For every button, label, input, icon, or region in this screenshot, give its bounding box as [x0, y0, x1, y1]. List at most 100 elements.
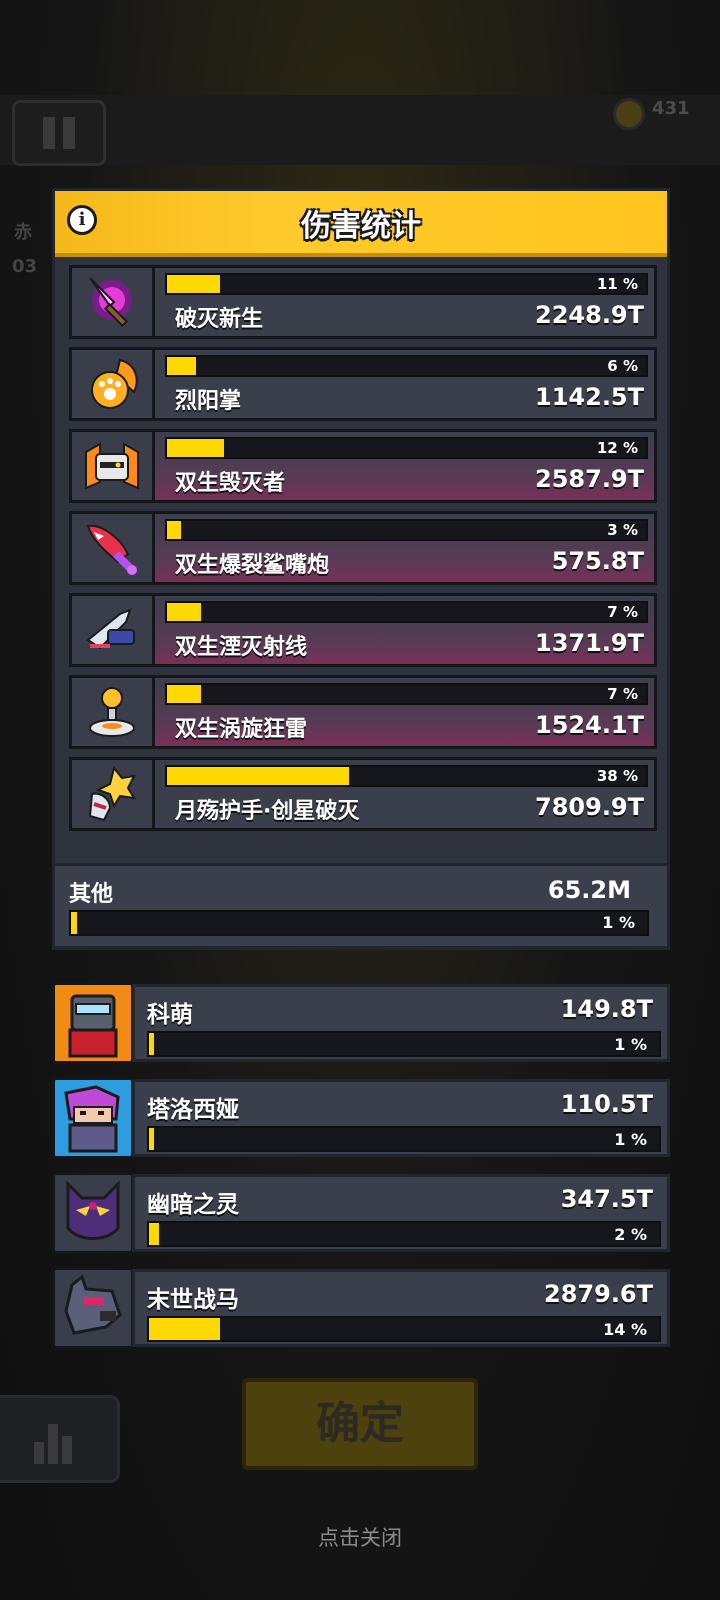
damage-bar: 7 % — [165, 601, 648, 623]
ninja-hero-icon — [52, 1077, 134, 1159]
damage-percent: 38 % — [596, 767, 638, 785]
weapon-name: 烈阳掌 — [175, 389, 242, 414]
hero-info: 科萌 149.8T 1 % — [132, 984, 670, 1062]
damage-percent: 11 % — [596, 275, 638, 293]
other-damage-row: 其他 65.2M 1 % — [52, 863, 670, 949]
hero-damage: 149.8T — [560, 995, 653, 1023]
weapon-info: 11 % 破灭新生 2248.9T — [155, 268, 654, 336]
weapon-name: 双生毁灭者 — [175, 471, 286, 496]
hero-row: 科萌 149.8T 1 % — [52, 982, 670, 1064]
knight-hero-icon — [52, 982, 134, 1064]
damage-percent: 1 % — [614, 1035, 647, 1054]
damage-bar: 6 % — [165, 355, 648, 377]
hero-damage: 110.5T — [560, 1090, 653, 1118]
weapon-row: 11 % 破灭新生 2248.9T — [69, 265, 657, 339]
weapon-damage: 7809.9T — [535, 793, 644, 821]
coin-count: 431 — [652, 98, 690, 119]
shadow-spirit-icon — [52, 1172, 134, 1254]
damage-percent: 2 % — [614, 1225, 647, 1244]
weapon-name: 双生涡旋狂雷 — [175, 717, 308, 742]
hero-row: 末世战马 2879.6T 14 % — [52, 1267, 670, 1349]
fire-paw-icon — [72, 350, 155, 418]
damage-percent: 1 % — [614, 1130, 647, 1149]
damage-bar-fill — [149, 1318, 221, 1340]
damage-bar: 1 % — [147, 1031, 661, 1057]
confirm-button[interactable]: 确定 — [242, 1378, 478, 1470]
pause-button[interactable] — [12, 100, 106, 166]
weapon-name: 双生湮灭射线 — [175, 635, 308, 660]
weapon-damage: 1524.1T — [535, 711, 644, 739]
damage-bar: 1 % — [147, 1126, 661, 1152]
weapon-row: 12 % 双生毁灭者 2587.9T — [69, 429, 657, 503]
magenta-spear-icon — [72, 268, 155, 336]
damage-bar: 14 % — [147, 1316, 661, 1342]
weapon-info: 3 % 双生爆裂鲨嘴炮 575.8T — [155, 514, 654, 582]
damage-percent: 12 % — [596, 439, 638, 457]
thunder-orb-icon — [72, 678, 155, 746]
damage-bar: 1 % — [69, 910, 649, 936]
weapon-damage: 2587.9T — [535, 465, 644, 493]
other-damage: 65.2M — [547, 876, 631, 904]
hero-name: 幽暗之灵 — [147, 1192, 239, 1218]
damage-bar-fill — [149, 1033, 155, 1055]
damage-bar-fill — [167, 275, 220, 293]
hero-info: 塔洛西娅 110.5T 1 % — [132, 1079, 670, 1157]
hero-name: 科萌 — [147, 1002, 193, 1028]
weapon-name: 破灭新生 — [175, 307, 264, 332]
weapon-info: 38 % 月殇护手·创星破灭 7809.9T — [155, 760, 654, 828]
bar-chart-icon — [34, 1424, 72, 1464]
damage-bar-fill — [167, 439, 225, 457]
coin-icon — [613, 98, 645, 130]
weapon-info: 12 % 双生毁灭者 2587.9T — [155, 432, 654, 500]
damage-bar-fill — [149, 1128, 155, 1150]
damage-percent: 7 % — [607, 603, 638, 621]
damage-bar: 12 % — [165, 437, 648, 459]
panel-title: 伤害统计 — [301, 209, 421, 244]
damage-bar-fill — [167, 603, 201, 621]
weapon-damage: 2248.9T — [535, 301, 644, 329]
weapon-row: 7 % 双生涡旋狂雷 1524.1T — [69, 675, 657, 749]
background-left-text: 赤 — [14, 222, 32, 243]
background-left-number: 03 — [12, 256, 38, 277]
weapon-info: 6 % 烈阳掌 1142.5T — [155, 350, 654, 418]
damage-bar: 2 % — [147, 1221, 661, 1247]
weapon-damage: 1371.9T — [535, 629, 644, 657]
damage-bar: 11 % — [165, 273, 648, 295]
weapon-info: 7 % 双生湮灭射线 1371.9T — [155, 596, 654, 664]
gauntlet-icon — [72, 760, 155, 828]
game-top-bar — [0, 95, 720, 165]
other-label: 其他 — [69, 882, 114, 907]
weapon-name: 双生爆裂鲨嘴炮 — [175, 553, 330, 578]
weapon-name: 月殇护手·创星破灭 — [175, 799, 360, 824]
hero-row: 幽暗之灵 347.5T 2 % — [52, 1172, 670, 1254]
hero-damage: 347.5T — [560, 1185, 653, 1213]
damage-percent: 6 % — [607, 357, 638, 375]
hero-damage: 2879.6T — [544, 1280, 653, 1308]
damage-bar-fill — [167, 521, 182, 539]
damage-bar: 7 % — [165, 683, 648, 705]
damage-percent: 1 % — [602, 913, 635, 932]
damage-stats-panel: i 伤害统计 11 % 破灭新生 2248.9T 6 % 烈阳掌 1142.5T… — [52, 188, 670, 950]
weapon-row: 38 % 月殇护手·创星破灭 7809.9T — [69, 757, 657, 831]
war-horse-icon — [52, 1267, 134, 1349]
destroyer-drone-icon — [72, 432, 155, 500]
weapon-row: 6 % 烈阳掌 1142.5T — [69, 347, 657, 421]
tap-to-close-hint[interactable]: 点击关闭 — [0, 1522, 720, 1552]
hero-name: 塔洛西娅 — [147, 1097, 239, 1123]
damage-percent: 7 % — [607, 685, 638, 703]
hero-info: 末世战马 2879.6T 14 % — [132, 1269, 670, 1347]
confirm-label: 确定 — [316, 1398, 404, 1449]
damage-percent: 3 % — [607, 521, 638, 539]
ray-ship-icon — [72, 596, 155, 664]
weapon-row: 3 % 双生爆裂鲨嘴炮 575.8T — [69, 511, 657, 585]
damage-percent: 14 % — [603, 1320, 647, 1339]
damage-bar-fill — [71, 912, 77, 934]
damage-bar-fill — [167, 767, 350, 785]
damage-bar-fill — [167, 357, 196, 375]
damage-bar: 3 % — [165, 519, 648, 541]
stats-button[interactable] — [0, 1395, 120, 1483]
weapon-damage: 1142.5T — [535, 383, 644, 411]
damage-bar-fill — [167, 685, 201, 703]
hero-info: 幽暗之灵 347.5T 2 % — [132, 1174, 670, 1252]
hero-name: 末世战马 — [147, 1287, 239, 1313]
